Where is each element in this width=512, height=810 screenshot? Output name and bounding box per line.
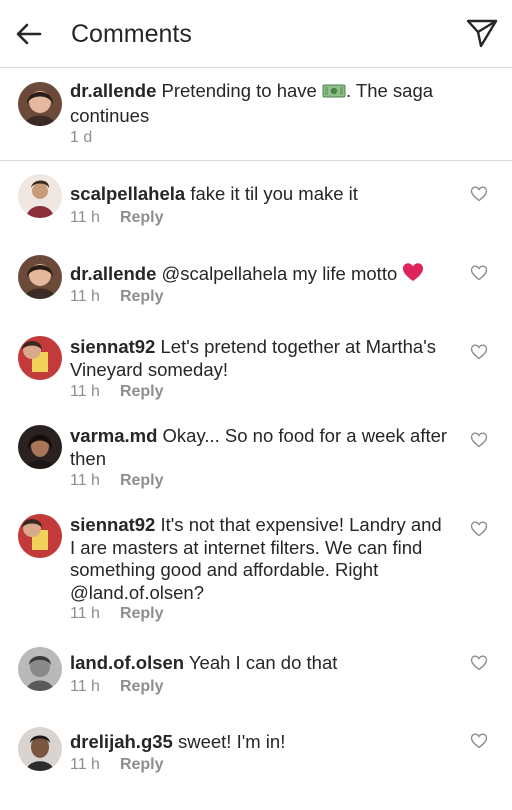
comment-text: siennat92 Let's pretend together at Mart… — [70, 336, 450, 381]
caption-text: dr.allende Pretending to have . The saga… — [70, 80, 450, 127]
reply-button[interactable]: Reply — [120, 288, 164, 305]
reply-button[interactable]: Reply — [120, 209, 164, 226]
comment-meta: 11 h Reply — [70, 382, 164, 402]
comment-body: @scalpellahela my life motto — [156, 263, 403, 284]
comment-text: siennat92 It's not that expensive! Landr… — [70, 514, 450, 604]
comment-text: varma.md Okay... So no food for a week a… — [70, 425, 450, 470]
comment-text: dr.allende @scalpellahela my life motto — [70, 262, 450, 288]
comment-time: 11 h — [70, 383, 100, 400]
caption-username[interactable]: dr.allende — [70, 80, 156, 101]
comment-time: 11 h — [70, 209, 100, 226]
avatar[interactable] — [18, 82, 62, 126]
avatar[interactable] — [18, 336, 62, 380]
post-caption: dr.allende Pretending to have . The saga… — [0, 68, 512, 161]
comment-username[interactable]: drelijah.g35 — [70, 731, 173, 752]
reply-button[interactable]: Reply — [120, 472, 164, 489]
reply-button[interactable]: Reply — [120, 605, 164, 622]
page-title: Comments — [71, 20, 192, 48]
comment-meta: 11 h Reply — [70, 755, 164, 775]
reply-button[interactable]: Reply — [120, 678, 164, 695]
comment-username[interactable]: varma.md — [70, 425, 157, 446]
heart-outline-icon[interactable] — [470, 732, 488, 750]
avatar[interactable] — [18, 255, 62, 299]
arrow-left-icon[interactable] — [12, 17, 46, 51]
comment-meta: 11 h Reply — [70, 208, 164, 228]
comment-body: fake it til you make it — [185, 183, 358, 204]
heart-outline-icon[interactable] — [470, 431, 488, 449]
comment-body: sweet! I'm in! — [172, 731, 286, 752]
comment-meta: 11 h Reply — [70, 287, 164, 307]
reply-button[interactable]: Reply — [120, 756, 164, 773]
comment-time: 11 h — [70, 472, 100, 489]
avatar[interactable] — [18, 514, 62, 558]
comment-username[interactable]: siennat92 — [70, 514, 155, 535]
heart-outline-icon[interactable] — [470, 654, 488, 672]
caption-text-start: Pretending to have — [156, 80, 322, 101]
money-emoji-icon — [322, 82, 346, 105]
red-heart-emoji-icon — [402, 262, 424, 288]
comment-time: 11 h — [70, 756, 100, 773]
header-bar: Comments — [0, 0, 512, 68]
comment-meta: 11 h Reply — [70, 677, 164, 697]
comment-meta: 11 h Reply — [70, 471, 164, 491]
comment-text: drelijah.g35 sweet! I'm in! — [70, 731, 450, 754]
avatar[interactable] — [18, 727, 62, 771]
comment-username[interactable]: scalpellahela — [70, 183, 185, 204]
comment-text: land.of.olsen Yeah I can do that — [70, 652, 450, 675]
comment-username[interactable]: dr.allende — [70, 263, 156, 284]
comment-time: 11 h — [70, 605, 100, 622]
heart-outline-icon[interactable] — [470, 264, 488, 282]
avatar[interactable] — [18, 174, 62, 218]
comment-text: scalpellahela fake it til you make it — [70, 183, 450, 206]
comment-username[interactable]: siennat92 — [70, 336, 155, 357]
comment-username[interactable]: land.of.olsen — [70, 652, 184, 673]
avatar[interactable] — [18, 425, 62, 469]
heart-outline-icon[interactable] — [470, 343, 488, 361]
caption-time: 1 d — [70, 129, 93, 146]
comment-time: 11 h — [70, 288, 100, 305]
comment-meta: 11 h Reply — [70, 604, 164, 624]
heart-outline-icon[interactable] — [470, 520, 488, 538]
heart-outline-icon[interactable] — [470, 185, 488, 203]
avatar[interactable] — [18, 647, 62, 691]
comment-body: Yeah I can do that — [184, 652, 338, 673]
reply-button[interactable]: Reply — [120, 383, 164, 400]
paper-plane-icon[interactable] — [464, 15, 500, 51]
comment-time: 11 h — [70, 678, 100, 695]
